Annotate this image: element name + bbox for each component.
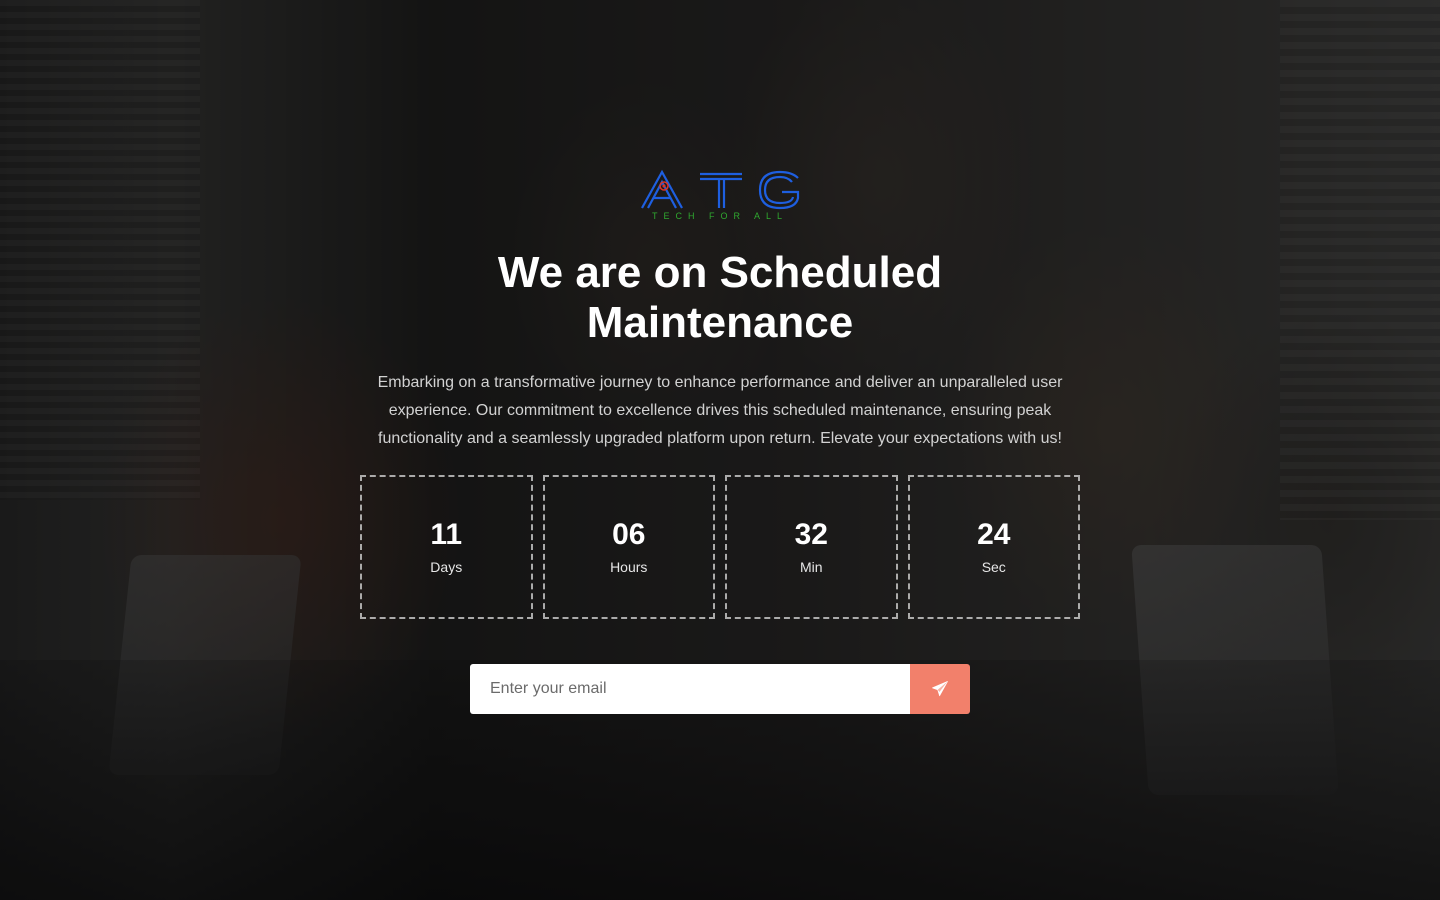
countdown-label: Min <box>799 559 823 575</box>
countdown-value: 32 <box>794 518 828 551</box>
email-input[interactable] <box>470 664 910 714</box>
paper-plane-icon <box>932 681 948 697</box>
countdown-minutes: 32 Min <box>725 475 898 619</box>
countdown-days: 11 Days <box>360 475 533 619</box>
page-description: Embarking on a transformative journey to… <box>377 374 1063 447</box>
subscribe-form <box>470 664 970 714</box>
logo-tagline: TECH FOR ALL <box>652 211 788 221</box>
page-title: We are on Scheduled Maintenance <box>497 248 943 347</box>
maintenance-content: TECH FOR ALL We are on Scheduled Mainten… <box>0 0 1440 900</box>
atg-logo-mark <box>659 181 669 191</box>
countdown-value: 11 <box>430 518 463 551</box>
countdown-seconds: 24 Sec <box>907 475 1080 619</box>
maintenance-page: TECH FOR ALL We are on Scheduled Mainten… <box>0 0 1440 900</box>
atg-logo: TECH FOR ALL <box>641 169 800 221</box>
countdown-label: Days <box>430 559 463 575</box>
countdown-value: 24 <box>977 518 1011 551</box>
countdown-label: Hours <box>610 559 648 575</box>
countdown-label: Sec <box>981 559 1006 575</box>
send-button[interactable] <box>910 664 970 714</box>
countdown-hours: 06 Hours <box>542 475 715 619</box>
countdown-timer: 11 Days 06 Hours 32 Min 24 Sec <box>360 475 1080 619</box>
countdown-value: 06 <box>612 518 646 551</box>
